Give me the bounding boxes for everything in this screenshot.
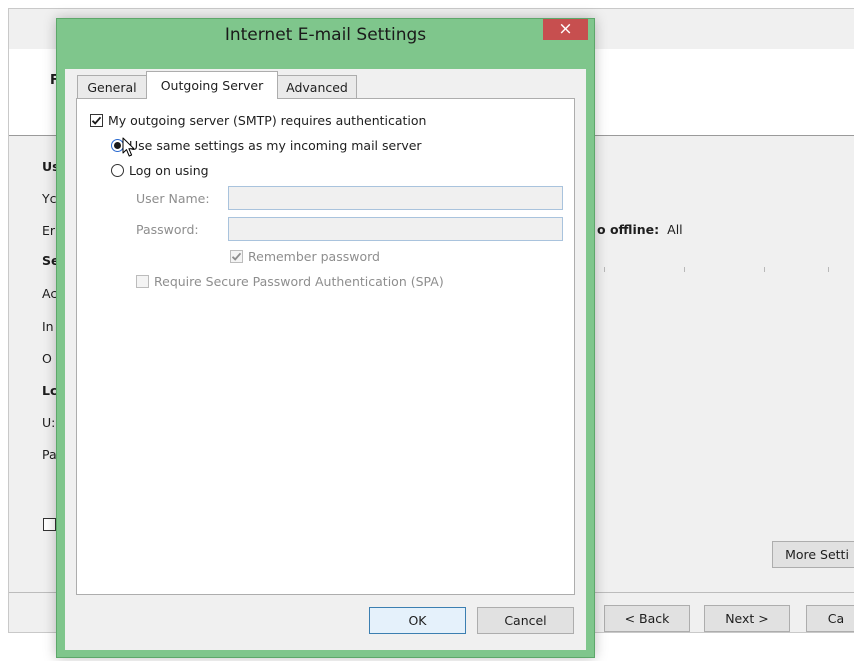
back-button[interactable]: < Back (604, 605, 690, 632)
tab-advanced[interactable]: Advanced (277, 75, 357, 98)
smtp-auth-option[interactable]: My outgoing server (SMTP) requires authe… (90, 113, 426, 128)
tab-general[interactable]: General (77, 75, 147, 98)
checkmark-icon (231, 252, 242, 261)
mail-offline-setting: o offline: All (597, 222, 683, 237)
wizard-label-account-type: Ac (42, 286, 58, 301)
checkmark-icon (91, 116, 102, 125)
close-button[interactable]: × (543, 19, 588, 40)
user-name-label: User Name: (136, 191, 210, 206)
more-settings-button[interactable]: More Setti (772, 541, 854, 568)
dialog-client-area: General Outgoing Server Advanced My outg… (65, 69, 586, 650)
radio-selected-dot (114, 142, 121, 149)
wizard-cancel-button[interactable]: Ca (806, 605, 854, 632)
wizard-label-your-name: Yc (42, 191, 57, 206)
wizard-label-outgoing: O (42, 351, 52, 366)
outgoing-server-panel: My outgoing server (SMTP) requires authe… (76, 98, 575, 595)
remember-password-checkbox[interactable] (230, 250, 243, 263)
log-on-using-option[interactable]: Log on using (111, 163, 209, 178)
dialog-title: Internet E-mail Settings (224, 25, 427, 45)
mail-offline-label: o offline: (597, 222, 660, 237)
password-label: Password: (136, 222, 199, 237)
internet-email-settings-dialog: Internet E-mail Settings × General Outgo… (56, 18, 595, 658)
cancel-button[interactable]: Cancel (477, 607, 574, 634)
wizard-label-email: Er (42, 223, 56, 238)
smtp-auth-label: My outgoing server (SMTP) requires authe… (108, 113, 427, 128)
offline-slider-ticks (604, 267, 844, 273)
close-icon: × (558, 19, 573, 39)
mail-offline-value: All (667, 222, 683, 237)
user-name-input[interactable] (228, 186, 563, 210)
next-button[interactable]: Next > (704, 605, 790, 632)
log-on-using-label: Log on using (129, 163, 209, 178)
remember-password-label: Remember password (248, 249, 380, 264)
remember-password-option[interactable]: Remember password (230, 249, 380, 264)
spa-option[interactable]: Require Secure Password Authentication (… (136, 274, 444, 289)
smtp-auth-checkbox[interactable] (90, 114, 103, 127)
password-input[interactable] (228, 217, 563, 241)
use-same-settings-label: Use same settings as my incoming mail se… (129, 138, 422, 153)
mouse-pointer-icon (122, 137, 135, 157)
spa-checkbox[interactable] (136, 275, 149, 288)
wizard-label-incoming: In (42, 319, 54, 334)
wizard-label-password: Pa (42, 447, 57, 462)
ok-button[interactable]: OK (369, 607, 466, 634)
tab-outgoing-server[interactable]: Outgoing Server (146, 71, 278, 99)
log-on-using-radio[interactable] (111, 164, 124, 177)
wizard-checkbox[interactable] (43, 518, 56, 531)
spa-label: Require Secure Password Authentication (… (154, 274, 444, 289)
use-same-settings-option[interactable]: Use same settings as my incoming mail se… (111, 138, 422, 153)
wizard-label-user-name: U: (42, 415, 56, 430)
